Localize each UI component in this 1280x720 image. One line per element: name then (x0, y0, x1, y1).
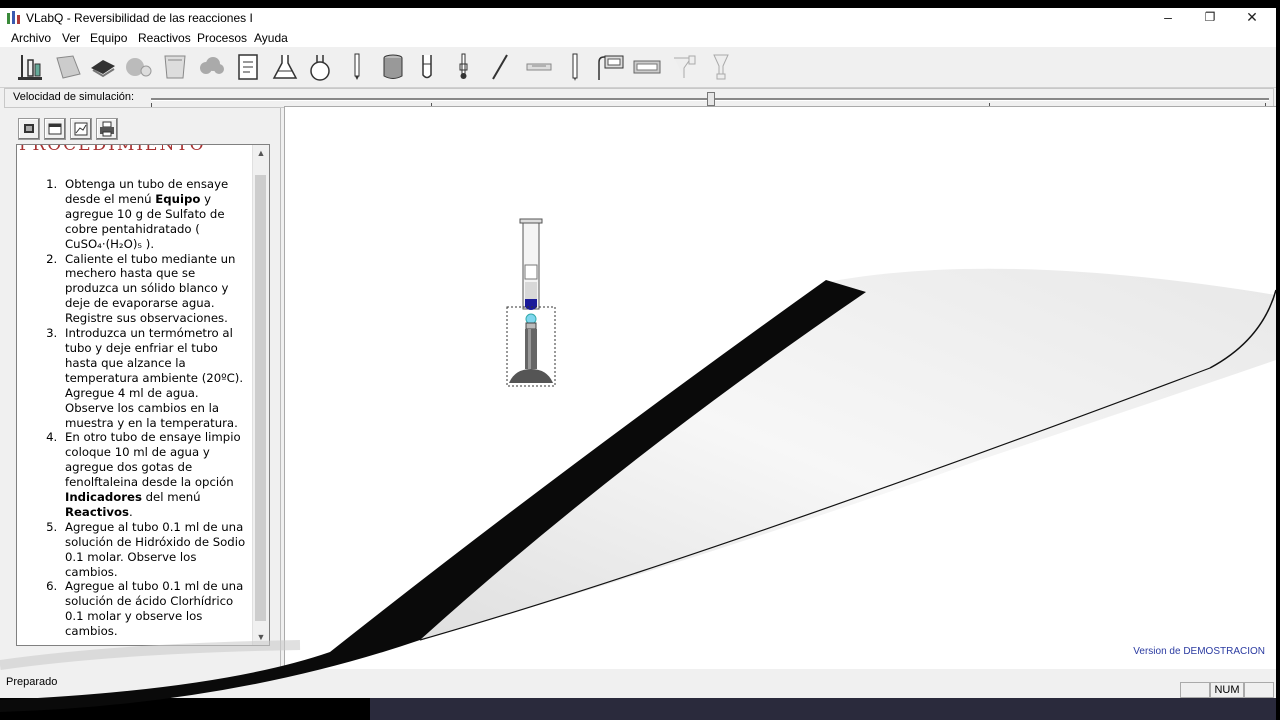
toolbar (0, 49, 1276, 88)
test-tube[interactable] (519, 218, 543, 310)
procedure-scrollbar[interactable]: ▲ ▼ (252, 145, 269, 645)
menu-ayuda[interactable]: Ayuda (254, 31, 288, 45)
procedure-step-text: Equipo (155, 191, 201, 206)
procedure-step: Obtenga un tubo de ensaye desde el menú … (61, 177, 251, 252)
round-flask-icon[interactable] (305, 52, 335, 82)
procedure-step: Introduzca un termómetro al tubo y deje … (61, 326, 251, 430)
lab-canvas[interactable]: Version de DEMOSTRACION (284, 106, 1276, 669)
taskbar (370, 698, 1276, 720)
menu-reactivos[interactable]: Reactivos (138, 31, 191, 45)
printer-icon (100, 121, 114, 137)
procedure-step-text: Introduzca un termómetro al tubo y deje … (65, 326, 244, 430)
maximize-button[interactable]: ❐ (1188, 8, 1232, 28)
scroll-down-arrow[interactable]: ▼ (253, 629, 269, 645)
document-icon[interactable] (233, 52, 263, 82)
screen-icon (24, 124, 34, 133)
bunsen-burner[interactable] (506, 306, 556, 387)
speed-label: Velocidad de simulación: (13, 91, 135, 103)
scroll-thumb[interactable] (255, 175, 266, 621)
close-button[interactable]: ✕ (1230, 8, 1274, 28)
menu-archivo[interactable]: Archivo (11, 31, 51, 45)
procedure-step: Agregue al tubo 0.1 ml de una solución d… (61, 579, 251, 639)
procedure-step: Caliente el tubo mediante un mechero has… (61, 252, 251, 327)
book-icon[interactable] (88, 52, 118, 82)
procedure-text-box[interactable]: PROCEDIMIENTO Obtenga un tubo de ensaye … (16, 144, 270, 646)
window-title: VLabQ - Reversibilidad de las reacciones… (26, 11, 253, 25)
procedure-step: Agregue al tubo 0.1 ml de una solución d… (61, 520, 251, 580)
procedure-heading: PROCEDIMIENTO (19, 144, 206, 155)
title-bar: VLabQ - Reversibilidad de las reacciones… (0, 8, 1276, 28)
panel-button-2[interactable] (44, 118, 66, 140)
status-bar: Preparado NUM (0, 670, 1276, 698)
ruler-icon[interactable] (524, 52, 554, 82)
demo-version-label: Version de DEMOSTRACION (1133, 646, 1265, 657)
procedure-list: Obtenga un tubo de ensaye desde el menú … (21, 177, 251, 639)
digital-display-icon[interactable] (632, 52, 662, 82)
app-window: VLabQ - Reversibilidad de las reacciones… (0, 8, 1276, 698)
status-cell-empty (1180, 682, 1210, 698)
thermometer-icon[interactable] (448, 52, 478, 82)
ph-meter-icon[interactable] (595, 52, 625, 82)
pipette-icon[interactable] (342, 52, 372, 82)
procedure-step-text: Agregue al tubo 0.1 ml de una solución d… (65, 579, 244, 639)
erlenmeyer-flask-icon[interactable] (270, 52, 300, 82)
scroll-up-arrow[interactable]: ▲ (253, 145, 269, 161)
test-tube-icon[interactable] (412, 52, 442, 82)
simulation-speed-bar: Velocidad de simulación: (4, 88, 1274, 108)
menu-equipo[interactable]: Equipo (90, 31, 127, 45)
procedure-panel: PROCEDIMIENTO Obtenga un tubo de ensaye … (4, 108, 281, 668)
balance-icon[interactable] (124, 52, 154, 82)
procedure-step-text: . (128, 504, 133, 519)
procedure-step-text: Agregue al tubo 0.1 ml de una solución d… (65, 519, 246, 579)
stirring-rod-icon[interactable] (485, 52, 515, 82)
burette-icon[interactable] (560, 52, 590, 82)
num-lock-indicator: NUM (1210, 682, 1244, 698)
slider-tick (151, 103, 152, 107)
procedure-step-text: En otro tubo de ensaye limpio coloque 10… (65, 430, 241, 490)
menu-ver[interactable]: Ver (62, 31, 80, 45)
minimize-button[interactable]: – (1146, 8, 1190, 28)
separatory-funnel-icon[interactable] (706, 52, 736, 82)
funnel-icon[interactable] (669, 52, 699, 82)
panel-button-1[interactable] (18, 118, 40, 140)
menu-bar: Archivo Ver Equipo Reactivos Procesos Ay… (0, 28, 1276, 47)
graph-icon (74, 122, 88, 136)
panel-button-3[interactable] (70, 118, 92, 140)
speed-slider-thumb[interactable] (707, 92, 715, 106)
lab-scene (506, 218, 556, 387)
procedure-step-text: Reactivos (65, 504, 129, 519)
beaker-icon[interactable] (160, 52, 190, 82)
window-icon (48, 123, 62, 135)
procedure-step-text: Indicadores (65, 490, 142, 505)
panel-button-4[interactable] (96, 118, 118, 140)
status-cell-empty-2 (1244, 682, 1274, 698)
app-icon (7, 11, 20, 24)
paper-icon[interactable] (53, 52, 83, 82)
status-text: Preparado (6, 676, 58, 688)
lab-stand-icon[interactable] (15, 52, 45, 82)
procedure-step-text: Caliente el tubo mediante un mechero has… (65, 251, 236, 326)
procedure-step: En otro tubo de ensaye limpio coloque 10… (61, 430, 251, 519)
procedure-step-text: del menú (141, 490, 201, 505)
menu-procesos[interactable]: Procesos (197, 31, 247, 45)
cloud-icon[interactable] (196, 52, 226, 82)
cylinder-icon[interactable] (378, 52, 408, 82)
